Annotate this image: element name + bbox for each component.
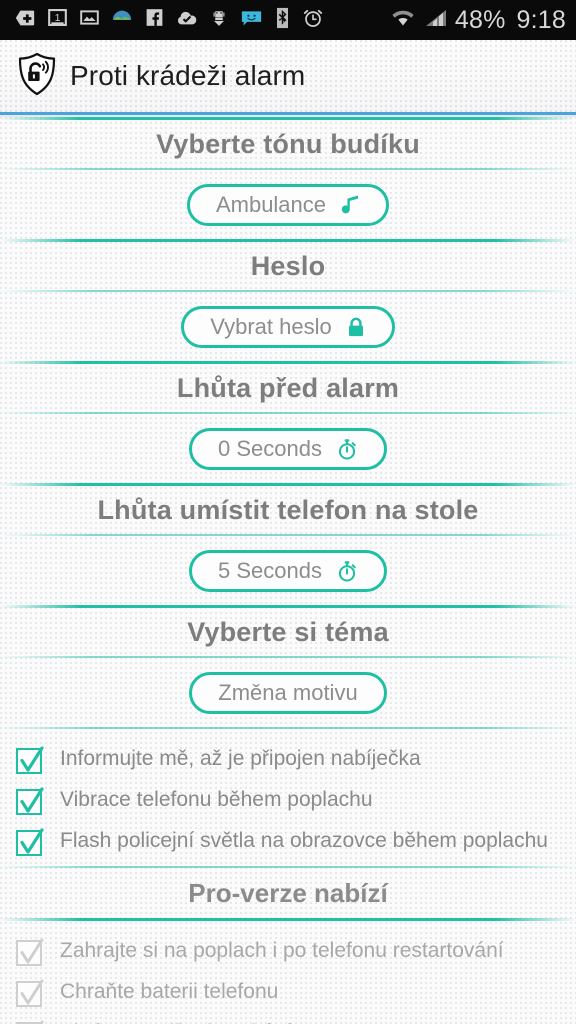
section-title-prealarm-delay: Lhůta před alarm xyxy=(176,373,400,403)
toggle-list: Informujte mě, až je připojen nabíječka … xyxy=(0,729,576,866)
checkbox-row-charger-notify[interactable]: Informujte mě, až je připojen nabíječka xyxy=(0,739,576,780)
clock-time: 9:18 xyxy=(516,5,566,34)
status-bar-notification-icons: 1 xyxy=(14,7,389,34)
section-title-password: Heslo xyxy=(250,251,326,281)
place-phone-delay-button[interactable]: 5 Seconds xyxy=(189,550,387,592)
pro-version-heading: Pro-verze nabízí xyxy=(188,878,388,908)
checkbox-row-police-flash[interactable]: Flash policejní světla na obrazovce běhe… xyxy=(0,821,576,862)
checkbox-label: Vibrace telefonu během poplachu xyxy=(60,788,373,811)
place-phone-delay-label: 5 Seconds xyxy=(218,558,322,583)
pro-toggle-list: Zahrajte si na poplach i po telefonu res… xyxy=(0,921,576,1024)
stopwatch-icon xyxy=(336,560,358,583)
checkbox-label: Zahrajte si na poplach i po telefonu res… xyxy=(60,939,504,962)
select-ringtone-button[interactable]: Ambulance xyxy=(186,184,390,226)
checkbox-row-pro-hide-pattern[interactable]: Skrýt vzor při odemykání xyxy=(0,1013,576,1024)
checkbox-icon[interactable] xyxy=(16,787,44,815)
lock-icon xyxy=(346,316,366,338)
select-password-label: Vybrat heslo xyxy=(210,314,332,339)
svg-text:1: 1 xyxy=(55,12,61,24)
bluetooth-icon xyxy=(274,7,291,34)
checkbox-label: Flash policejní světla na obrazovce běhe… xyxy=(60,829,548,852)
shield-unlocked-signal-icon xyxy=(16,51,58,102)
phone-screen: 1 48% 9:18 Proti krádeži alarm Vyberte t… xyxy=(0,0,576,1024)
checkbox-label: Skrýt vzor při odemykání xyxy=(60,1019,291,1024)
checkbox-icon[interactable] xyxy=(16,938,44,966)
android-download-icon xyxy=(209,7,229,33)
status-bar: 1 48% 9:18 xyxy=(0,0,576,40)
wifi-icon xyxy=(389,7,417,34)
checkbox-row-vibrate[interactable]: Vibrace telefonu během poplachu xyxy=(0,780,576,821)
select-ringtone-label: Ambulance xyxy=(215,192,327,217)
checkbox-label: Informujte mě, až je připojen nabíječka xyxy=(60,747,421,770)
music-note-icon xyxy=(340,194,360,216)
page-title: Proti krádeži alarm xyxy=(70,60,306,91)
app-title-bar: Proti krádeži alarm xyxy=(0,40,576,112)
cellular-signal-icon xyxy=(424,7,448,34)
alarm-clock-icon xyxy=(302,7,324,34)
messaging-smiley-icon xyxy=(240,7,263,33)
earth-globe-icon xyxy=(111,7,133,34)
checkbox-row-pro-restart[interactable]: Zahrajte si na poplach i po telefonu res… xyxy=(0,931,576,972)
prealarm-delay-button[interactable]: 0 Seconds xyxy=(189,428,387,470)
calendar-1-icon: 1 xyxy=(47,7,68,33)
battery-percentage: 48% xyxy=(454,5,506,34)
section-title-place-phone-delay: Lhůta umístit telefon na stole xyxy=(97,495,479,525)
checkbox-row-pro-battery[interactable]: Chraňte baterii telefonu xyxy=(0,972,576,1013)
sd-card-plus-icon xyxy=(14,7,36,34)
status-bar-system-icons: 48% 9:18 xyxy=(389,6,566,35)
select-password-button[interactable]: Vybrat heslo xyxy=(181,306,395,348)
prealarm-delay-label: 0 Seconds xyxy=(218,436,322,461)
checkbox-icon[interactable] xyxy=(16,828,44,856)
change-theme-button[interactable]: Změna motivu xyxy=(189,672,387,714)
section-title-ringtone: Vyberte tónu budíku xyxy=(156,129,420,159)
cloud-check-icon xyxy=(176,7,198,34)
gallery-image-icon xyxy=(79,7,100,33)
checkbox-icon[interactable] xyxy=(16,746,44,774)
stopwatch-icon xyxy=(336,438,358,461)
settings-scroll-area[interactable]: Vyberte tónu budíku Ambulance Heslo Vybr… xyxy=(0,117,576,1024)
checkbox-label: Chraňte baterii telefonu xyxy=(60,980,279,1003)
section-title-theme: Vyberte si téma xyxy=(187,617,389,647)
checkbox-icon[interactable] xyxy=(16,979,44,1007)
facebook-icon xyxy=(144,7,165,33)
change-theme-label: Změna motivu xyxy=(218,680,358,705)
